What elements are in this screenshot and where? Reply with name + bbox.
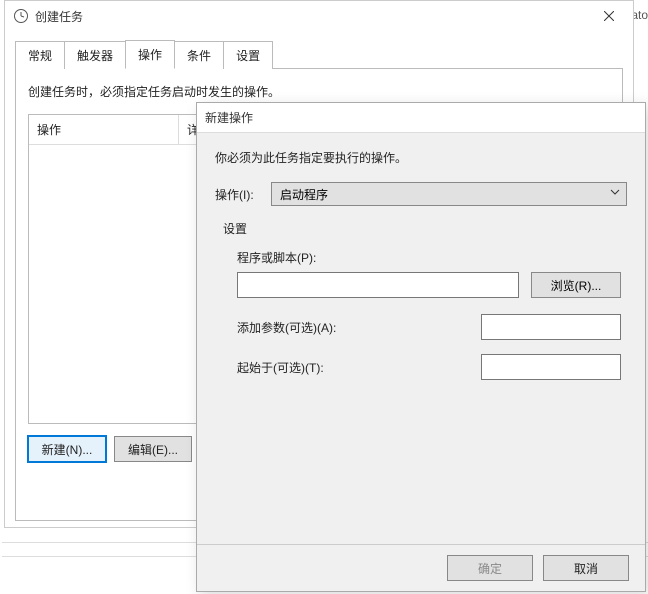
edit-action-button[interactable]: 编辑(E)... [114, 436, 192, 462]
create-task-titlebar: 创建任务 [5, 1, 633, 31]
col-action[interactable]: 操作 [29, 115, 179, 144]
tab-conditions[interactable]: 条件 [174, 41, 224, 69]
action-type-select[interactable]: 启动程序 [271, 182, 627, 206]
chevron-down-icon [610, 187, 620, 197]
program-input[interactable] [237, 272, 519, 298]
new-action-titlebar: 新建操作 [197, 103, 645, 133]
new-action-title: 新建操作 [205, 109, 641, 126]
new-action-button[interactable]: 新建(N)... [28, 436, 106, 462]
settings-group: 程序或脚本(P): 浏览(R)... 添加参数(可选)(A): 起始于(可选)(… [215, 249, 627, 380]
tab-triggers[interactable]: 触发器 [64, 41, 126, 69]
tab-general[interactable]: 常规 [15, 41, 65, 69]
arguments-row: 添加参数(可选)(A): [237, 314, 621, 340]
tab-settings[interactable]: 设置 [223, 41, 273, 69]
actions-hint: 创建任务时，必须指定任务启动时发生的操作。 [28, 83, 610, 100]
close-button[interactable] [589, 2, 629, 30]
action-type-value: 启动程序 [280, 186, 328, 203]
arguments-input[interactable] [481, 314, 621, 340]
cancel-button[interactable]: 取消 [543, 555, 629, 581]
action-type-label: 操作(I): [215, 186, 271, 203]
tab-actions[interactable]: 操作 [125, 40, 175, 69]
arguments-label: 添加参数(可选)(A): [237, 319, 481, 336]
program-row: 浏览(R)... [237, 272, 621, 298]
action-type-row: 操作(I): 启动程序 [215, 182, 627, 206]
startin-input[interactable] [481, 354, 621, 380]
clock-icon [13, 8, 29, 24]
dialog-footer: 确定 取消 [197, 544, 645, 591]
program-label: 程序或脚本(P): [237, 249, 621, 266]
new-action-body: 你必须为此任务指定要执行的操作。 操作(I): 启动程序 设置 程序或脚本(P)… [197, 133, 645, 544]
startin-row: 起始于(可选)(T): [237, 354, 621, 380]
new-action-hint: 你必须为此任务指定要执行的操作。 [215, 149, 627, 166]
startin-label: 起始于(可选)(T): [237, 359, 481, 376]
settings-group-label: 设置 [223, 220, 627, 237]
browse-button[interactable]: 浏览(R)... [531, 272, 621, 298]
tab-strip: 常规 触发器 操作 条件 设置 [5, 31, 633, 68]
close-icon [604, 11, 614, 21]
new-action-dialog: 新建操作 你必须为此任务指定要执行的操作。 操作(I): 启动程序 设置 程序或… [196, 102, 646, 592]
create-task-title: 创建任务 [35, 8, 589, 25]
ok-button[interactable]: 确定 [447, 555, 533, 581]
